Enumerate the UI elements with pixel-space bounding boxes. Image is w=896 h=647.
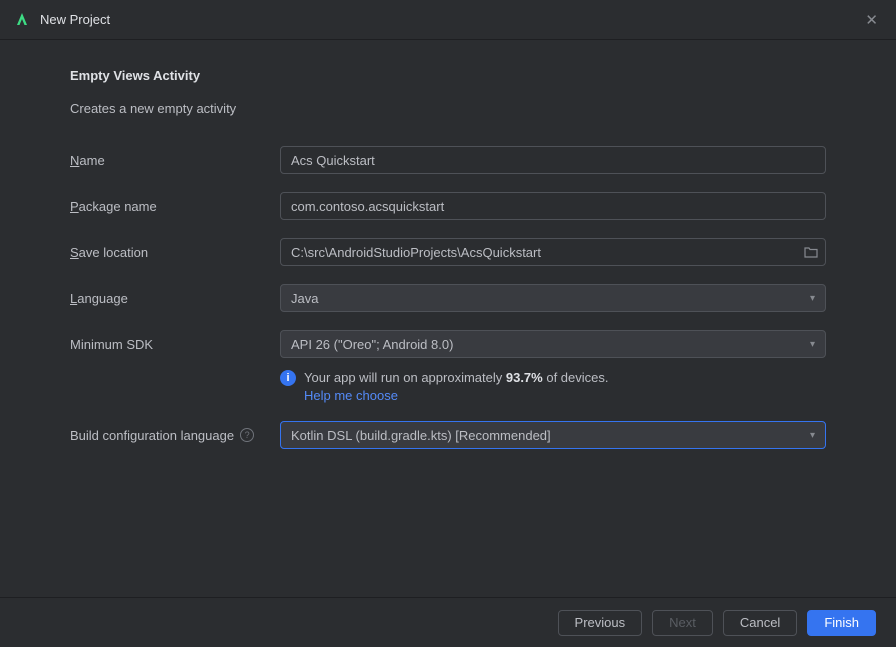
android-studio-icon — [14, 12, 30, 28]
build-config-value: Kotlin DSL (build.gradle.kts) [Recommend… — [291, 428, 551, 443]
name-label: Name — [70, 153, 280, 168]
cancel-button[interactable]: Cancel — [723, 610, 797, 636]
device-coverage-text: Your app will run on approximately 93.7%… — [304, 370, 609, 385]
language-value: Java — [291, 291, 318, 306]
title-bar: New Project ✕ — [0, 0, 896, 40]
package-input[interactable] — [280, 192, 826, 220]
min-sdk-select[interactable]: API 26 ("Oreo"; Android 8.0) ▾ — [280, 330, 826, 358]
language-select[interactable]: Java ▾ — [280, 284, 826, 312]
build-config-select[interactable]: Kotlin DSL (build.gradle.kts) [Recommend… — [280, 421, 826, 449]
folder-browse-icon[interactable] — [804, 246, 818, 258]
name-input[interactable] — [280, 146, 826, 174]
min-sdk-row: Minimum SDK API 26 ("Oreo"; Android 8.0)… — [70, 330, 826, 358]
name-row: Name — [70, 146, 826, 174]
min-sdk-info: i Your app will run on approximately 93.… — [70, 370, 826, 403]
save-location-row: Save location — [70, 238, 826, 266]
help-icon[interactable]: ? — [240, 428, 254, 442]
previous-button[interactable]: Previous — [558, 610, 643, 636]
chevron-down-icon: ▾ — [810, 339, 815, 350]
build-config-label: Build configuration language ? — [70, 428, 280, 443]
chevron-down-icon: ▾ — [810, 293, 815, 304]
package-label: Package name — [70, 199, 280, 214]
save-location-input[interactable] — [280, 238, 826, 266]
build-config-row: Build configuration language ? Kotlin DS… — [70, 421, 826, 449]
min-sdk-label: Minimum SDK — [70, 337, 280, 352]
min-sdk-value: API 26 ("Oreo"; Android 8.0) — [291, 337, 453, 352]
package-row: Package name — [70, 192, 826, 220]
language-row: Language Java ▾ — [70, 284, 826, 312]
page-title: Empty Views Activity — [70, 68, 826, 83]
info-icon: i — [280, 370, 296, 386]
page-description: Creates a new empty activity — [70, 101, 826, 116]
next-button: Next — [652, 610, 713, 636]
language-label: Language — [70, 291, 280, 306]
help-choose-link[interactable]: Help me choose — [304, 388, 609, 403]
chevron-down-icon: ▾ — [810, 430, 815, 441]
finish-button[interactable]: Finish — [807, 610, 876, 636]
save-location-label: Save location — [70, 245, 280, 260]
window-title: New Project — [40, 12, 110, 27]
wizard-content: Empty Views Activity Creates a new empty… — [0, 40, 896, 449]
close-icon[interactable]: ✕ — [861, 7, 882, 33]
button-bar: Previous Next Cancel Finish — [0, 597, 896, 647]
